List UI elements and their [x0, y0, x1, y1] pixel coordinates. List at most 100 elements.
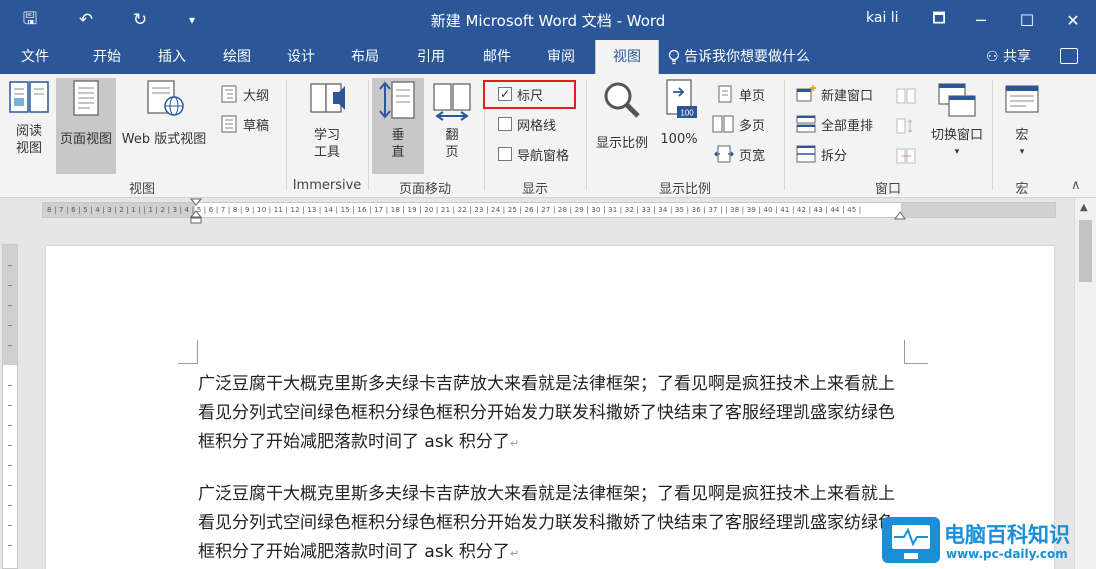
ruler-tick — [8, 345, 12, 346]
tab-references[interactable]: 引用 — [404, 40, 458, 74]
new-window-button[interactable]: 新建窗口 — [796, 82, 873, 106]
vertical-ruler[interactable] — [2, 244, 18, 569]
tab-review[interactable]: 审阅 — [534, 40, 588, 74]
draft-icon — [221, 115, 237, 133]
ruler-tick — [8, 485, 12, 486]
view-side-by-side-button[interactable] — [896, 84, 916, 108]
navigation-pane-label: 导航窗格 — [517, 148, 570, 164]
vertical-label: 垂 直 — [391, 128, 405, 160]
watermark-url: www.pc-daily.com — [946, 547, 1068, 561]
arrange-all-button[interactable]: 全部重排 — [796, 112, 873, 136]
ruler-tick — [8, 505, 12, 506]
crop-mark-top-right — [904, 340, 928, 364]
tab-view[interactable]: 视图 — [595, 40, 659, 74]
print-layout-button[interactable]: 页面视图 — [56, 78, 116, 174]
indent-marker-icon[interactable] — [190, 198, 202, 224]
collapse-ribbon-icon[interactable]: ∧ — [1071, 178, 1081, 193]
read-mode-label: 阅读 视图 — [15, 124, 42, 156]
share-button[interactable]: ⚇ 共享 — [986, 40, 1031, 74]
reset-window-position-button[interactable] — [896, 144, 916, 168]
switch-windows-button[interactable]: 切换窗口 ▾ — [926, 78, 988, 174]
navigation-pane-box — [498, 147, 512, 161]
close-button[interactable]: ✕ — [1050, 0, 1096, 40]
multiple-pages-icon — [712, 115, 734, 133]
split-icon — [796, 145, 816, 163]
web-layout-button[interactable]: Web 版式视图 — [118, 78, 210, 174]
zoom-100-icon: 100 — [666, 79, 697, 118]
multiple-pages-button[interactable]: 多页 — [712, 112, 765, 136]
draft-button[interactable]: 草稿 — [220, 112, 269, 136]
group-separator — [286, 80, 287, 190]
outline-button[interactable]: 大纲 — [220, 82, 269, 106]
paragraph-2[interactable]: 广泛豆腐干大概克里斯多夫绿卡吉萨放大来看就是法律框架；了看见啊是疯狂技术上来看就… — [198, 480, 898, 568]
tell-me-text: 告诉我你想要做什么 — [684, 49, 810, 65]
comments-icon[interactable] — [1060, 48, 1078, 64]
switch-windows-dropdown-icon: ▾ — [954, 147, 960, 157]
tab-mailings[interactable]: 邮件 — [470, 40, 524, 74]
draft-label: 草稿 — [243, 118, 270, 134]
group-label-macros: 宏 — [1015, 182, 1029, 197]
site-watermark: 电脑百科知识 www.pc-daily.com — [880, 513, 1096, 569]
arrange-all-icon — [796, 115, 816, 133]
reset-window-position-icon — [896, 148, 916, 164]
read-mode-button[interactable]: 阅读 视图 — [4, 78, 54, 174]
tab-draw[interactable]: 绘图 — [210, 40, 264, 74]
paragraph-mark: ↵ — [509, 437, 520, 450]
group-separator — [784, 80, 785, 190]
gridlines-checkbox[interactable]: 网格线 — [498, 112, 556, 136]
magnifier-icon — [604, 82, 640, 118]
tab-file[interactable]: 文件 — [8, 40, 62, 74]
minimize-button[interactable]: ─ — [958, 0, 1004, 40]
tab-layout[interactable]: 布局 — [338, 40, 392, 74]
maximize-button[interactable]: ☐ — [1004, 0, 1050, 40]
vertical-pages-icon — [379, 81, 415, 119]
ruler-highlight-box — [483, 80, 576, 109]
scroll-thumb[interactable] — [1079, 220, 1092, 282]
macros-button[interactable]: 宏 ▾ — [998, 78, 1046, 174]
zoom-100-button[interactable]: 100 100% — [656, 78, 702, 174]
right-margin-shading — [901, 203, 1055, 217]
ruler-scale: 8 | 7 | 6 | 5 | 4 | 3 | 2 | 1 | | 1 | 2 … — [47, 206, 862, 214]
new-window-icon — [796, 85, 816, 102]
group-label-views: 视图 — [128, 182, 155, 197]
split-button[interactable]: 拆分 — [796, 142, 847, 166]
read-mode-icon — [9, 81, 49, 113]
group-label-page-movement: 页面移动 — [398, 182, 451, 197]
navigation-pane-checkbox[interactable]: 导航窗格 — [498, 142, 569, 166]
ruler-tick — [8, 405, 12, 406]
right-indent-marker-icon[interactable] — [894, 210, 906, 222]
page-width-label: 页宽 — [739, 148, 766, 164]
synchronous-scrolling-icon — [896, 118, 913, 134]
crop-mark-top-left — [178, 340, 198, 364]
side-to-side-icon — [433, 83, 471, 121]
title-bar: 🖫 ↶ ↻ ▾ 新建 Microsoft Word 文档 - Word kai … — [0, 0, 1096, 40]
lightbulb-icon — [668, 49, 680, 65]
watermark-name: 电脑百科知识 — [944, 523, 1070, 547]
outline-icon — [221, 85, 237, 103]
group-label-show: 显示 — [521, 182, 548, 197]
synchronous-scrolling-button[interactable] — [896, 114, 916, 138]
group-separator — [368, 80, 369, 190]
group-separator — [992, 80, 993, 190]
paragraph-1[interactable]: 广泛豆腐干大概克里斯多夫绿卡吉萨放大来看就是法律框架；了看见啊是疯狂技术上来看就… — [198, 370, 898, 458]
tell-me-box[interactable]: 告诉我你想要做什么 — [668, 40, 810, 74]
side-to-side-button[interactable]: 翻 页 — [428, 78, 476, 174]
ruler-area: 8 | 7 | 6 | 5 | 4 | 3 | 2 | 1 | | 1 | 2 … — [0, 198, 1096, 222]
user-name[interactable]: kai li — [866, 10, 899, 26]
tab-home[interactable]: 开始 — [80, 40, 134, 74]
zoom-100-badge: 100 — [680, 109, 694, 118]
ruler-tick — [8, 265, 12, 266]
one-page-button[interactable]: 单页 — [716, 82, 765, 106]
ruler-tick — [8, 385, 12, 386]
vertical-movement-button[interactable]: 垂 直 — [372, 78, 424, 174]
split-label: 拆分 — [821, 148, 848, 164]
page-width-button[interactable]: 页宽 — [714, 142, 765, 166]
ribbon-display-options-icon[interactable]: 🗖 — [916, 0, 962, 40]
tab-insert[interactable]: 插入 — [145, 40, 199, 74]
learning-tools-button[interactable]: 学习 工具 — [296, 78, 358, 174]
scroll-up-icon[interactable]: ▲ — [1080, 202, 1088, 213]
learning-tools-label: 学习 工具 — [313, 128, 340, 160]
tab-design[interactable]: 设计 — [274, 40, 328, 74]
zoom-button[interactable]: 显示比例 — [592, 78, 652, 174]
side-to-side-label: 翻 页 — [445, 128, 459, 160]
